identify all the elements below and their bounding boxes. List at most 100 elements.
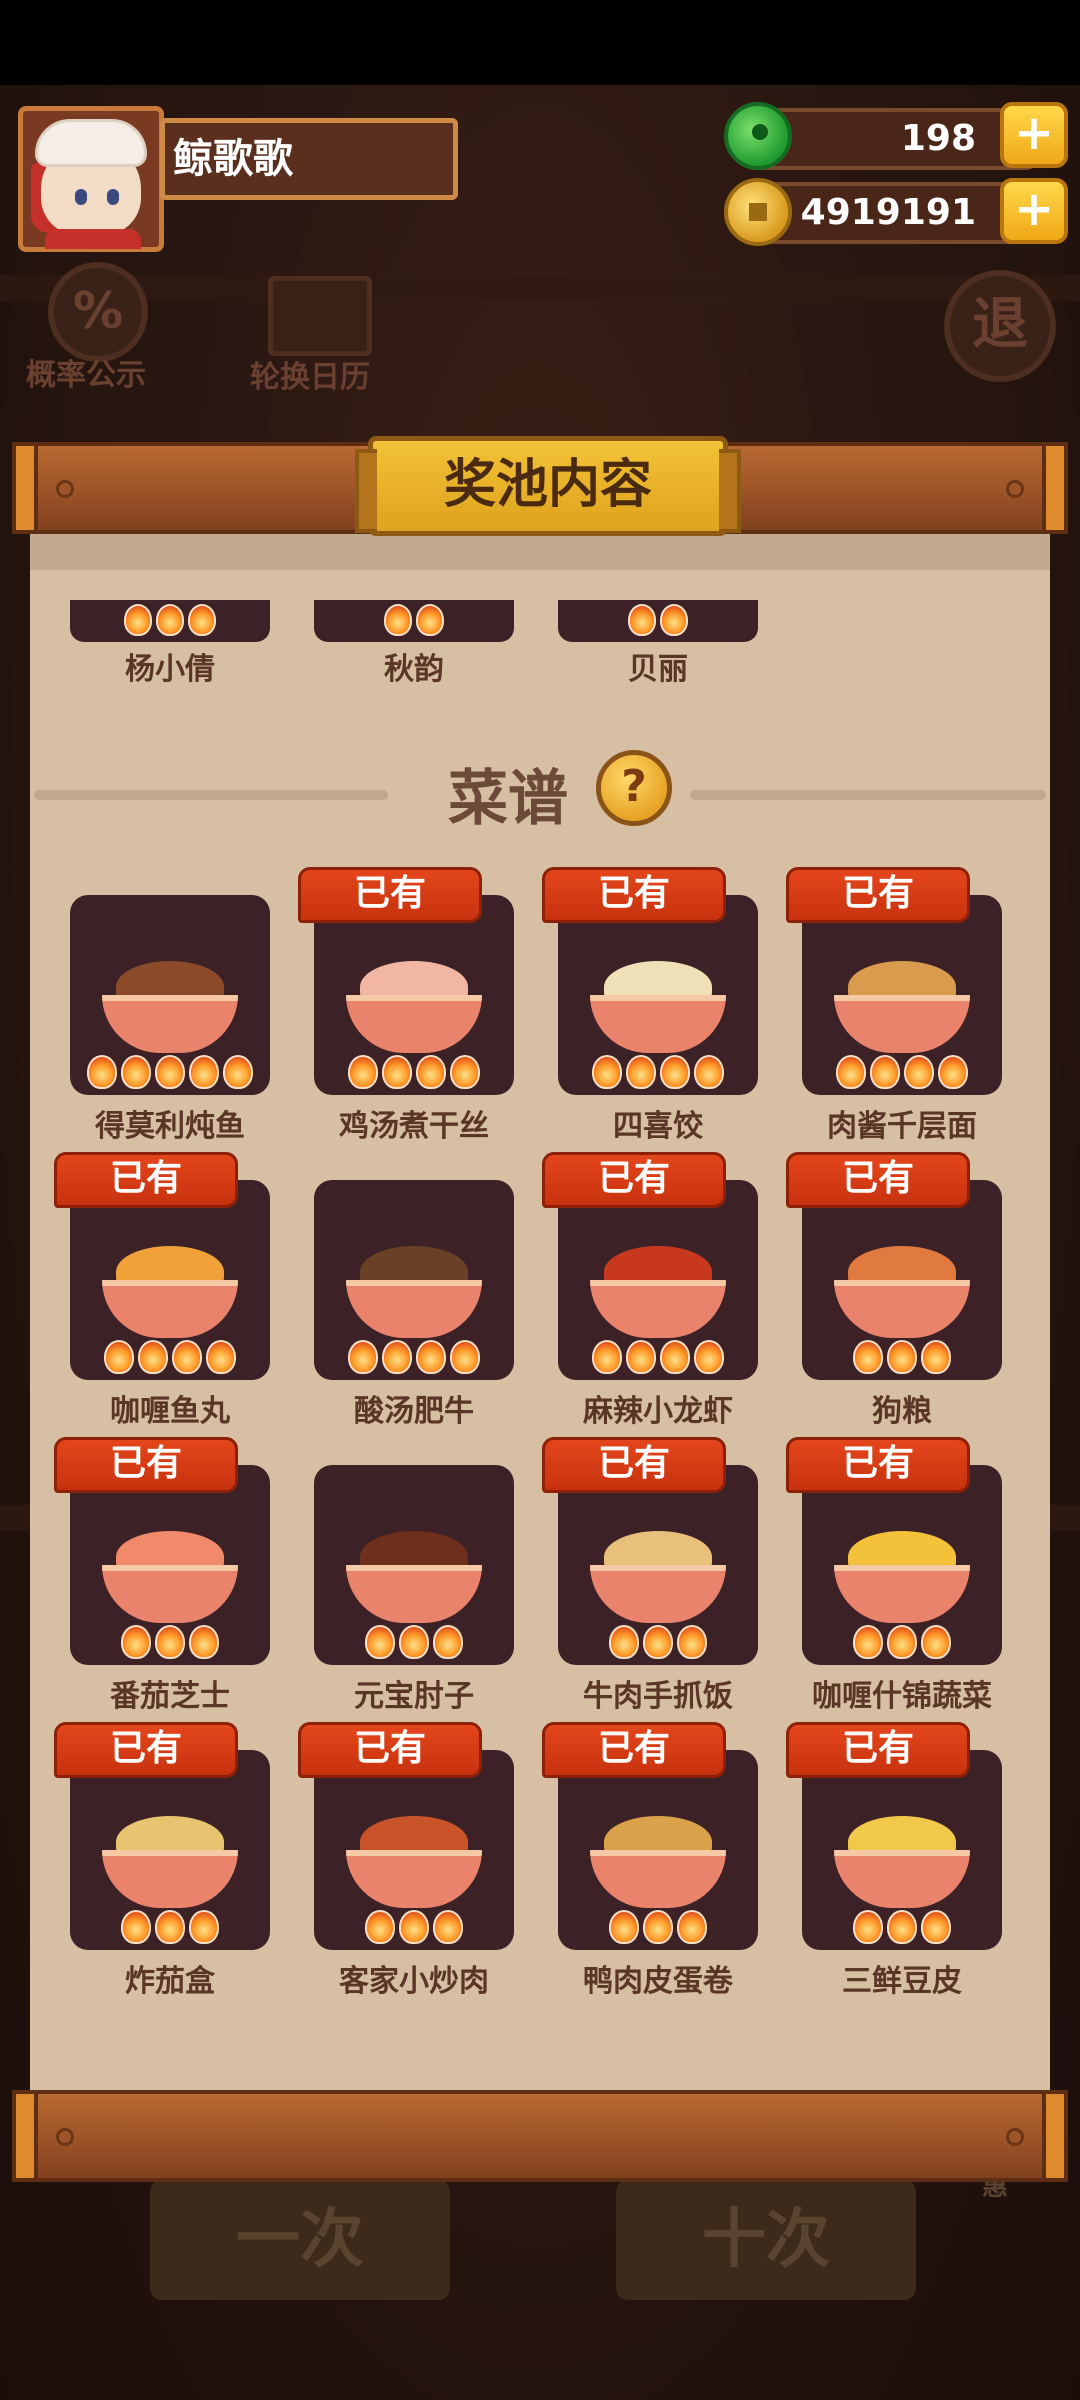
board-nail	[1006, 2128, 1024, 2146]
owned-badge: 已有	[54, 1152, 238, 1208]
flame-icon	[609, 1910, 639, 1944]
flame-icon	[87, 1055, 117, 1089]
flame-icon	[384, 604, 412, 636]
board-cap	[12, 2090, 38, 2182]
flame-icon	[870, 1055, 900, 1089]
recipe-name: 得莫利炖鱼	[95, 1109, 245, 1144]
owned-badge: 已有	[54, 1437, 238, 1493]
owned-badge: 已有	[54, 1722, 238, 1778]
flame-icon	[223, 1055, 253, 1089]
add-coins-button[interactable]: +	[1000, 178, 1068, 244]
flame-icon	[365, 1910, 395, 1944]
flame-icon	[660, 1055, 690, 1089]
flame-icon	[155, 1055, 185, 1089]
chef-hat-icon	[35, 119, 147, 167]
player-avatar[interactable]	[18, 106, 164, 252]
flame-icon	[694, 1055, 724, 1089]
rarity-flames	[314, 1910, 514, 1950]
panel-bottom-board[interactable]	[12, 2090, 1068, 2182]
owned-badge: 已有	[786, 1722, 970, 1778]
owned-badge: 已有	[298, 867, 482, 923]
rarity-flames	[558, 1910, 758, 1950]
recipe-name: 番茄芝士	[110, 1679, 230, 1714]
board-cap	[1042, 2090, 1068, 2182]
flame-icon	[416, 1055, 446, 1089]
rarity-flames	[314, 1055, 514, 1095]
rarity-flames	[558, 1340, 758, 1380]
board-nail	[56, 2128, 74, 2146]
flame-icon	[904, 1055, 934, 1089]
flame-icon	[643, 1625, 673, 1659]
flame-icon	[156, 604, 184, 636]
owned-badge: 已有	[542, 1437, 726, 1493]
flame-icon	[660, 1340, 690, 1374]
recipe-name: 咖喱鱼丸	[110, 1394, 230, 1429]
flame-icon	[189, 1625, 219, 1659]
flame-icon	[626, 1340, 656, 1374]
owned-badge: 已有	[786, 1437, 970, 1493]
flame-icon	[677, 1910, 707, 1944]
flame-icon	[365, 1625, 395, 1659]
recipe-name: 客家小炒肉	[339, 1964, 489, 1999]
rarity-flames	[70, 1340, 270, 1380]
flame-icon	[450, 1055, 480, 1089]
calendar-label: 轮换日历	[250, 360, 370, 395]
flame-icon	[836, 1055, 866, 1089]
character-card[interactable]	[558, 600, 758, 642]
rarity-flames	[802, 1055, 1002, 1095]
recipe-name: 鸡汤煮干丝	[339, 1109, 489, 1144]
flame-icon	[399, 1910, 429, 1944]
section-divider	[690, 790, 1046, 800]
flame-icon	[887, 1340, 917, 1374]
rarity-flames	[70, 1910, 270, 1950]
flame-icon	[155, 1625, 185, 1659]
rarity-flames	[314, 1340, 514, 1380]
avatar-eye	[107, 189, 119, 205]
flame-icon	[155, 1910, 185, 1944]
player-name: 鲸歌歌	[160, 118, 458, 200]
recipe-name: 三鲜豆皮	[842, 1964, 962, 1999]
section-divider	[34, 790, 388, 800]
recipe-name: 牛肉手抓饭	[583, 1679, 733, 1714]
flame-icon	[348, 1055, 378, 1089]
flame-icon	[189, 1055, 219, 1089]
flame-icon	[382, 1340, 412, 1374]
owned-badge: 已有	[786, 1152, 970, 1208]
board-nail	[56, 480, 74, 498]
owned-badge: 已有	[542, 867, 726, 923]
flame-icon	[121, 1055, 151, 1089]
single-draw-button: 一次	[150, 2180, 450, 2300]
jade-orb-icon	[724, 102, 792, 170]
flame-icon	[921, 1340, 951, 1374]
flame-icon	[643, 1910, 673, 1944]
avatar-shirt	[45, 229, 141, 249]
flame-icon	[399, 1625, 429, 1659]
rarity-flames	[70, 1055, 270, 1095]
coin-icon	[724, 178, 792, 246]
add-jade-button[interactable]: +	[1000, 102, 1068, 168]
recipe-name: 酸汤肥牛	[354, 1394, 474, 1429]
flame-icon	[938, 1055, 968, 1089]
flame-icon	[592, 1055, 622, 1089]
flame-icon	[188, 604, 216, 636]
ten-draw-button: 十次	[616, 2180, 916, 2300]
character-card[interactable]	[314, 600, 514, 642]
probability-icon: %	[48, 262, 148, 362]
flame-icon	[382, 1055, 412, 1089]
owned-badge: 已有	[298, 1722, 482, 1778]
character-name: 秋韵	[384, 652, 444, 687]
recipe-name: 四喜饺	[613, 1109, 703, 1144]
flame-icon	[206, 1340, 236, 1374]
flame-icon	[121, 1910, 151, 1944]
character-card[interactable]	[70, 600, 270, 642]
recipe-name: 狗粮	[872, 1394, 932, 1429]
flame-icon	[660, 604, 688, 636]
flame-icon	[609, 1625, 639, 1659]
recipe-name: 元宝肘子	[354, 1679, 474, 1714]
recipes-help-button[interactable]: ?	[596, 750, 672, 826]
flame-icon	[104, 1340, 134, 1374]
flame-icon	[433, 1910, 463, 1944]
rarity-flames	[314, 1625, 514, 1665]
rarity-flames	[558, 1055, 758, 1095]
rarity-flames	[802, 1625, 1002, 1665]
